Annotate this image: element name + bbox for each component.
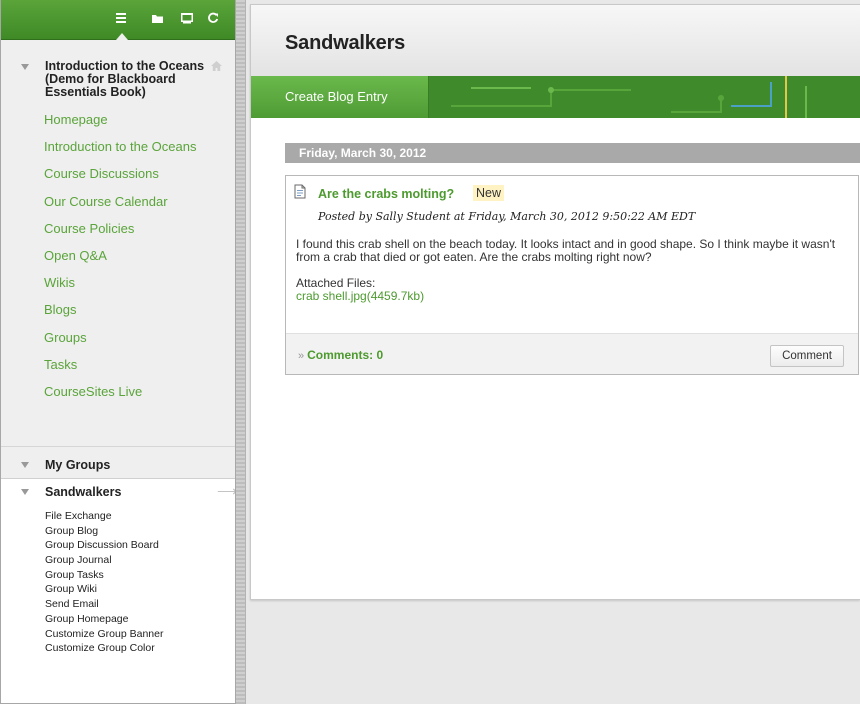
home-icon[interactable] xyxy=(210,60,223,75)
menu-link-open-qa[interactable]: Open Q&A xyxy=(1,242,235,269)
expand-chevron-icon: » xyxy=(298,350,305,362)
blog-entry: Are the crabs molting? New Posted by Sal… xyxy=(285,175,859,375)
create-blog-entry-button[interactable]: Create Blog Entry xyxy=(251,76,429,118)
action-bar: Create Blog Entry xyxy=(251,76,860,118)
course-section: Introduction to the Oceans (Demo for Bla… xyxy=(1,40,235,405)
group-tool-file-exchange[interactable]: File Exchange xyxy=(45,509,163,524)
menu-resize-handle[interactable] xyxy=(236,0,246,704)
comments-toggle[interactable]: » Comments: 0 xyxy=(298,348,383,362)
collapse-triangle-icon[interactable] xyxy=(21,64,29,70)
group-tool-group-blog[interactable]: Group Blog xyxy=(45,524,163,539)
blog-entry-footer: » Comments: 0 Comment xyxy=(286,333,858,374)
group-panel: Sandwalkers ⟶ File Exchange Group Blog G… xyxy=(1,478,235,703)
my-groups-header[interactable]: My Groups xyxy=(1,446,235,478)
group-tool-group-homepage[interactable]: Group Homepage xyxy=(45,612,163,627)
go-to-group-arrow-icon[interactable]: ⟶ xyxy=(217,483,235,500)
group-tools-list: File Exchange Group Blog Group Discussio… xyxy=(45,509,163,656)
attached-file-link[interactable]: crab shell.jpg(4459.7kb) xyxy=(296,289,424,303)
menu-link-course-policies[interactable]: Course Policies xyxy=(1,215,235,242)
refresh-icon[interactable] xyxy=(203,8,223,28)
page-title: Sandwalkers xyxy=(285,32,406,54)
menu-link-course-discussions[interactable]: Course Discussions xyxy=(1,160,235,187)
comments-count-label: Comments: 0 xyxy=(307,348,384,362)
content-panel: Sandwalkers Create Blog Entry Friday, Ma… xyxy=(250,4,860,600)
menu-link-groups[interactable]: Groups xyxy=(1,324,235,351)
menu-link-course-calendar[interactable]: Our Course Calendar xyxy=(1,188,235,215)
menu-link-homepage[interactable]: Homepage xyxy=(1,106,235,133)
blog-entry-title-link[interactable]: Are the crabs molting? xyxy=(318,187,454,201)
collapse-triangle-icon[interactable] xyxy=(21,489,29,495)
group-tool-send-email[interactable]: Send Email xyxy=(45,597,163,612)
blog-entry-body: I found this crab shell on the beach tod… xyxy=(296,237,836,264)
menu-link-wikis[interactable]: Wikis xyxy=(1,269,235,296)
my-groups-label: My Groups xyxy=(45,458,111,472)
course-menu-list-icon[interactable] xyxy=(111,8,131,28)
course-menu-toolbar xyxy=(1,0,235,40)
group-tool-customize-banner[interactable]: Customize Group Banner xyxy=(45,627,163,642)
collapse-triangle-icon[interactable] xyxy=(21,462,29,468)
page-header: Sandwalkers xyxy=(251,5,860,76)
group-tool-discussion-board[interactable]: Group Discussion Board xyxy=(45,538,163,553)
group-tool-group-tasks[interactable]: Group Tasks xyxy=(45,568,163,583)
course-menu: Introduction to the Oceans (Demo for Bla… xyxy=(0,0,236,704)
new-badge: New xyxy=(473,185,505,201)
menu-link-tasks[interactable]: Tasks xyxy=(1,351,235,378)
blog-entry-document-icon xyxy=(293,184,307,202)
blog-date-header: Friday, March 30, 2012 xyxy=(285,143,860,163)
blog-entry-meta: Posted by Sally Student at Friday, March… xyxy=(318,210,696,223)
menu-link-blogs[interactable]: Blogs xyxy=(1,296,235,323)
attached-files-label: Attached Files: xyxy=(296,276,376,290)
folder-view-icon[interactable] xyxy=(147,8,167,28)
comment-button[interactable]: Comment xyxy=(770,345,844,367)
group-tool-customize-color[interactable]: Customize Group Color xyxy=(45,641,163,656)
course-menu-links: Homepage Introduction to the Oceans Cour… xyxy=(1,106,235,405)
group-tool-group-journal[interactable]: Group Journal xyxy=(45,553,163,568)
toolbar-active-pointer xyxy=(116,33,128,40)
menu-link-coursesites-live[interactable]: CourseSites Live xyxy=(1,378,235,405)
new-window-icon[interactable] xyxy=(177,8,197,28)
course-title[interactable]: Introduction to the Oceans (Demo for Bla… xyxy=(45,60,213,99)
group-tool-group-wiki[interactable]: Group Wiki xyxy=(45,582,163,597)
group-name[interactable]: Sandwalkers xyxy=(45,485,121,499)
menu-link-introduction[interactable]: Introduction to the Oceans xyxy=(1,133,235,160)
